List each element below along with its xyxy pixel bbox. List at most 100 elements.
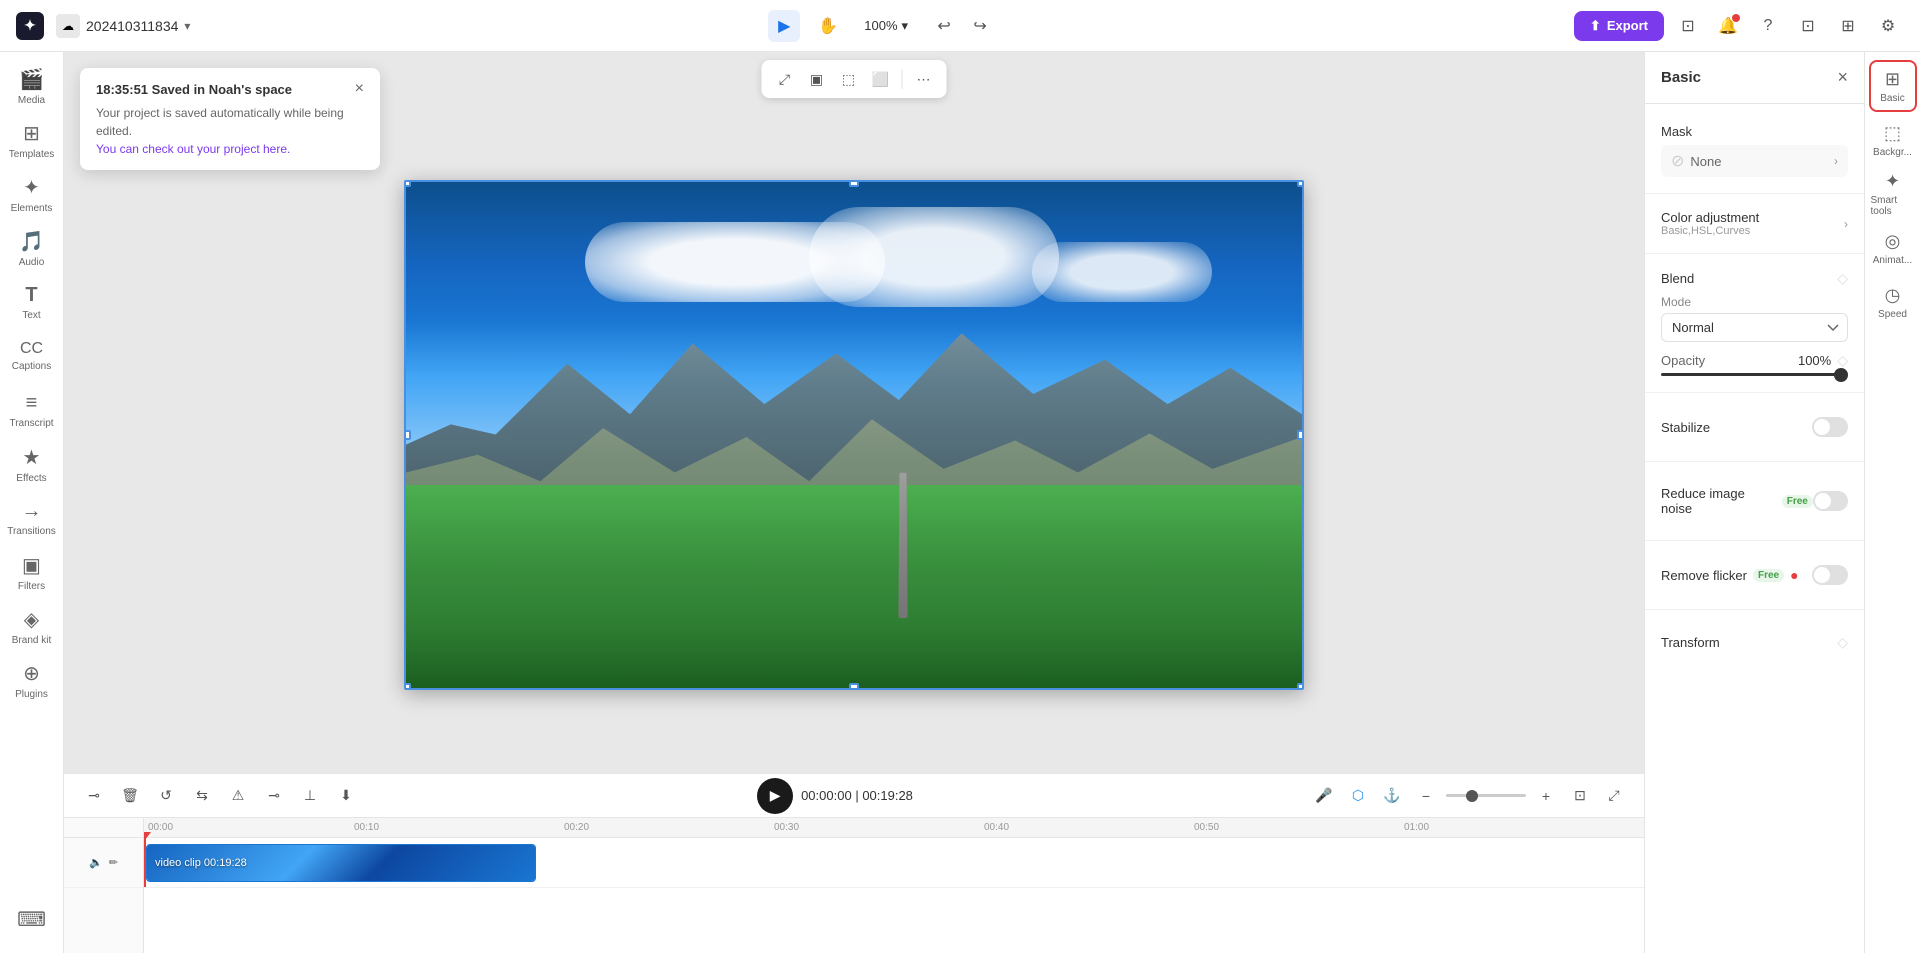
sidebar-item-plugins[interactable]: ⊕ Plugins: [6, 654, 58, 706]
far-right-item-smart[interactable]: ✦ Smart tools: [1869, 168, 1917, 220]
sidebar-item-templates[interactable]: ⊞ Templates: [6, 114, 58, 166]
timeline-loop-btn[interactable]: ↺: [152, 782, 180, 810]
far-right-item-speed[interactable]: ◷ Speed: [1869, 276, 1917, 328]
reduce-noise-toggle[interactable]: [1813, 491, 1848, 511]
track-volume-icon: 🔈: [89, 856, 103, 869]
timeline-split-btn[interactable]: ⊸: [260, 782, 288, 810]
timeline-warn-btn[interactable]: ⚠: [224, 782, 252, 810]
export-btn[interactable]: ⬆ Export: [1574, 11, 1664, 41]
sidebar-item-transitions[interactable]: → Transitions: [6, 492, 58, 544]
handle-top-left[interactable]: [404, 180, 411, 187]
timeline-delete-btn[interactable]: 🗑: [116, 782, 144, 810]
zoom-level-btn[interactable]: 100% ▾: [856, 14, 916, 38]
canvas-tool-mask[interactable]: ▣: [802, 64, 832, 94]
timeline-zoom-slider[interactable]: [1446, 794, 1526, 797]
sidebar-item-filters[interactable]: ▣ Filters: [6, 546, 58, 598]
opacity-reset-icon[interactable]: ◇: [1837, 352, 1848, 369]
layout-btn[interactable]: ⊞: [1832, 10, 1864, 42]
handle-left-center[interactable]: [404, 430, 411, 440]
timeline-tracks: 🔈 ✏ 00:00 00:10 00:20 00:30 00:40 00:50 …: [64, 818, 1644, 953]
far-right-smart-icon: ✦: [1885, 171, 1900, 192]
brand-icon: ◈: [24, 607, 39, 632]
play-btn[interactable]: ▶: [757, 778, 793, 814]
track-content: 00:00 00:10 00:20 00:30 00:40 00:50 01:0…: [144, 818, 1644, 953]
far-right-item-background[interactable]: ⬚ Backgr...: [1869, 114, 1917, 166]
blend-section: Blend ◇ Mode NormalMultiplyScreenOverlay…: [1645, 262, 1864, 384]
redo-btn[interactable]: ↪: [964, 10, 996, 42]
undo-btn[interactable]: ↩: [928, 10, 960, 42]
notifications-btn[interactable]: 🔔: [1712, 10, 1744, 42]
color-adj-row[interactable]: Color adjustment Basic,HSL,Curves ›: [1661, 210, 1848, 237]
main-layout: 🎬 Media ⊞ Templates ✦ Elements 🎵 Audio T…: [0, 52, 1920, 953]
sidebar-item-text[interactable]: T Text: [6, 276, 58, 328]
handle-bottom-right[interactable]: [1297, 683, 1304, 690]
canvas-tool-transform[interactable]: ⬚: [834, 64, 864, 94]
settings-btn[interactable]: ⚙: [1872, 10, 1904, 42]
mask-arrow-icon: ›: [1834, 154, 1838, 168]
video-clip[interactable]: video clip 00:19:28: [146, 844, 536, 882]
far-right-item-basic[interactable]: ⊞ Basic: [1869, 60, 1917, 112]
share-btn[interactable]: ⊡: [1792, 10, 1824, 42]
sidebar-item-transcript[interactable]: ≡ Transcript: [6, 384, 58, 436]
timeline-download-btn[interactable]: ⬇: [332, 782, 360, 810]
track-labels: 🔈 ✏: [64, 818, 144, 953]
mode-select[interactable]: NormalMultiplyScreenOverlayDarkenLighten…: [1661, 313, 1848, 342]
color-adj-arrow-icon: ›: [1844, 217, 1848, 231]
mask-row[interactable]: ⊘ None ›: [1661, 145, 1848, 177]
timeline-zoom-in-btn[interactable]: +: [1532, 782, 1560, 810]
sidebar-item-media[interactable]: 🎬 Media: [6, 60, 58, 112]
stabilize-row: Stabilize: [1661, 409, 1848, 445]
right-panel-close-btn[interactable]: ×: [1837, 67, 1848, 88]
timeline-spacer-btn[interactable]: ⊸: [80, 782, 108, 810]
remove-flicker-toggle[interactable]: [1812, 565, 1848, 585]
sidebar-item-audio-label: Audio: [19, 257, 45, 268]
sidebar-item-captions[interactable]: CC Captions: [6, 330, 58, 382]
handle-top-center[interactable]: [849, 180, 859, 187]
timeline-align-btn[interactable]: ⊥: [296, 782, 324, 810]
sidebar-item-effects[interactable]: ★ Effects: [6, 438, 58, 490]
canvas-tool-expand[interactable]: ⬜: [866, 64, 896, 94]
timeline-zoom-out-btn[interactable]: −: [1412, 782, 1440, 810]
timeline-reverse-btn[interactable]: ⇆: [188, 782, 216, 810]
sidebar-item-elements[interactable]: ✦ Elements: [6, 168, 58, 220]
transform-section: Transform ◇: [1645, 618, 1864, 667]
sidebar-item-brand[interactable]: ◈ Brand kit: [6, 600, 58, 652]
timeline-clip-btn[interactable]: ⬡: [1344, 782, 1372, 810]
timeline-fit-btn[interactable]: ⊡: [1566, 782, 1594, 810]
handle-top-right[interactable]: [1297, 180, 1304, 187]
handle-right-center[interactable]: [1297, 430, 1304, 440]
toast-link[interactable]: You can check out your project here.: [96, 142, 290, 156]
transform-row: Transform ◇: [1661, 626, 1848, 659]
canvas-tool-more[interactable]: ⋯: [909, 64, 939, 94]
handle-bottom-left[interactable]: [404, 683, 411, 690]
free-badge-noise: Free: [1782, 495, 1813, 508]
far-right-item-animate[interactable]: ◎ Animat...: [1869, 222, 1917, 274]
mask-none-icon: ⊘: [1671, 151, 1684, 171]
video-frame[interactable]: [404, 180, 1304, 690]
transform-reset-icon[interactable]: ◇: [1837, 634, 1848, 651]
timeline-mic-btn[interactable]: 🎤: [1310, 782, 1338, 810]
track-ruler: 00:00 00:10 00:20 00:30 00:40 00:50 01:0…: [144, 818, 1644, 838]
present-btn[interactable]: ⊡: [1672, 10, 1704, 42]
opacity-slider[interactable]: [1661, 373, 1848, 376]
topbar: ✦ ☁ 202410311834 ▾ ▶ ✋ 100% ▾ ↩ ↪ ⬆ Expo…: [0, 0, 1920, 52]
timeline-fullscreen-btn[interactable]: ⤢: [1600, 782, 1628, 810]
help-btn[interactable]: ?: [1752, 10, 1784, 42]
toast-close-btn[interactable]: ×: [355, 80, 364, 98]
stabilize-toggle[interactable]: [1812, 417, 1848, 437]
handle-bottom-center[interactable]: [849, 683, 859, 690]
ruler-mark-10: 00:10: [354, 822, 379, 833]
cursor-tool-btn[interactable]: ▶: [768, 10, 800, 42]
mask-value: None: [1690, 154, 1721, 169]
blend-reset-icon[interactable]: ◇: [1837, 270, 1848, 287]
pro-dot-icon: ●: [1790, 567, 1798, 583]
project-name-btn[interactable]: ☁ 202410311834 ▾: [56, 14, 190, 38]
hand-tool-btn[interactable]: ✋: [812, 10, 844, 42]
sidebar-item-audio[interactable]: 🎵 Audio: [6, 222, 58, 274]
playhead[interactable]: [144, 838, 146, 887]
remove-flicker-row: Remove flicker Free ●: [1661, 557, 1848, 593]
timeline-anchor-btn[interactable]: ⚓: [1378, 782, 1406, 810]
reduce-noise-row: Reduce image noise Free: [1661, 478, 1848, 524]
canvas-tool-crop[interactable]: ⤢: [770, 64, 800, 94]
sidebar-item-keyboard[interactable]: ⌨: [6, 893, 58, 945]
